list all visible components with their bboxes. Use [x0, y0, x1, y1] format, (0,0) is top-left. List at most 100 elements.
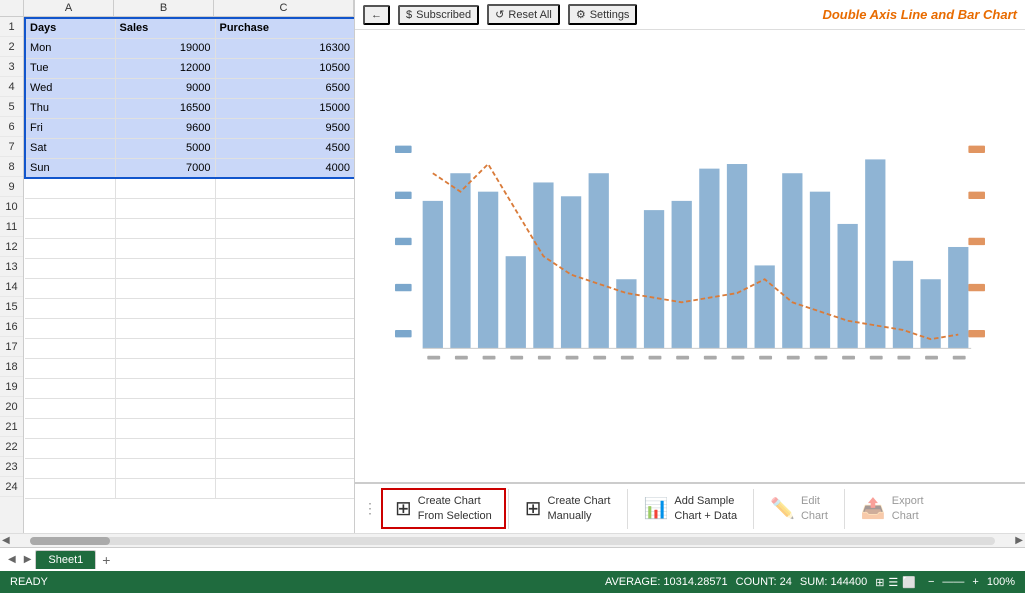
status-zoom-area: ⊞ ☰ ⬜ − —— + 100%: [875, 576, 1015, 589]
row-num-23[interactable]: 23: [0, 457, 23, 477]
row-num-18[interactable]: 18: [0, 357, 23, 377]
row-num-22[interactable]: 22: [0, 437, 23, 457]
table-row: [25, 298, 354, 318]
cell-c5[interactable]: 15000: [215, 98, 354, 118]
corner-cell: [0, 0, 24, 16]
cell-b1[interactable]: Sales: [115, 18, 215, 38]
row-num-2[interactable]: 2: [0, 37, 23, 57]
cell-b7[interactable]: 5000: [115, 138, 215, 158]
cell-c2[interactable]: 16300: [215, 38, 354, 58]
cell-c7[interactable]: 4500: [215, 138, 354, 158]
add-sample-chart-button[interactable]: 📊 Add Sample Chart + Data: [630, 488, 752, 529]
row-num-14[interactable]: 14: [0, 277, 23, 297]
row-num-11[interactable]: 11: [0, 217, 23, 237]
reset-button[interactable]: ↺ Reset All: [487, 4, 560, 25]
app-container: A B C 1 2 3 4 5 6 7 8 9 10 11 1: [0, 0, 1025, 593]
row-num-21[interactable]: 21: [0, 417, 23, 437]
cell-b8[interactable]: 7000: [115, 158, 215, 178]
edit-chart-button[interactable]: ✏️ Edit Chart: [756, 488, 842, 529]
cell-c4[interactable]: 6500: [215, 78, 354, 98]
btn3-line1: Add Sample: [674, 494, 734, 508]
cell-b4[interactable]: 9000: [115, 78, 215, 98]
row-num-8[interactable]: 8: [0, 157, 23, 177]
average-status: AVERAGE: 10314.28571: [605, 576, 728, 588]
col-headers: A B C: [0, 0, 354, 17]
tab-scroll-left[interactable]: ◀: [4, 554, 20, 565]
reset-label: Reset All: [508, 9, 551, 21]
row-num-13[interactable]: 13: [0, 257, 23, 277]
row-num-24[interactable]: 24: [0, 477, 23, 497]
col-header-c[interactable]: C: [214, 0, 354, 16]
export-chart-button[interactable]: 📤 Export Chart: [847, 488, 938, 529]
zoom-slider[interactable]: ——: [942, 576, 964, 588]
data-table: Days Sales Purchase Mon 19000 16300 Tue …: [24, 17, 354, 499]
row-num-12[interactable]: 12: [0, 237, 23, 257]
cell-a1[interactable]: Days: [25, 18, 115, 38]
row-num-15[interactable]: 15: [0, 297, 23, 317]
add-sample-icon: 📊: [644, 496, 669, 521]
row-num-6[interactable]: 6: [0, 117, 23, 137]
create-chart-from-selection-button[interactable]: ⊞ Create Chart From Selection: [381, 488, 506, 529]
row-num-16[interactable]: 16: [0, 317, 23, 337]
cell-a4[interactable]: Wed: [25, 78, 115, 98]
sum-status: SUM: 144400: [800, 576, 867, 588]
row-num-10[interactable]: 10: [0, 197, 23, 217]
cell-c3[interactable]: 10500: [215, 58, 354, 78]
back-icon: ←: [371, 9, 382, 21]
btn1-line1: Create Chart: [418, 494, 481, 508]
cell-b6[interactable]: 9600: [115, 118, 215, 138]
table-row: [25, 258, 354, 278]
status-bar: READY AVERAGE: 10314.28571 COUNT: 24 SUM…: [0, 571, 1025, 593]
back-button[interactable]: ←: [363, 5, 390, 25]
btn2-line2: Manually: [548, 509, 592, 523]
row-num-4[interactable]: 4: [0, 77, 23, 97]
row-num-19[interactable]: 19: [0, 377, 23, 397]
cell-a8[interactable]: Sun: [25, 158, 115, 178]
sheet1-tab[interactable]: Sheet1: [35, 550, 96, 569]
row-num-5[interactable]: 5: [0, 97, 23, 117]
create-chart-manually-button[interactable]: ⊞ Create Chart Manually: [511, 488, 625, 529]
zoom-in-icon[interactable]: +: [972, 576, 978, 588]
tab-scroll-right[interactable]: ▶: [20, 554, 36, 565]
cell-c8[interactable]: 4000: [215, 158, 354, 178]
spreadsheet-body: 1 2 3 4 5 6 7 8 9 10 11 12 13 14 15 16 1: [0, 17, 354, 533]
row-num-1[interactable]: 1: [0, 17, 23, 37]
settings-button[interactable]: ⚙ Settings: [568, 4, 638, 25]
cell-a3[interactable]: Tue: [25, 58, 115, 78]
list-view-icon[interactable]: ☰: [888, 576, 898, 589]
page-view-icon[interactable]: ⬜: [902, 576, 916, 589]
cell-c6[interactable]: 9500: [215, 118, 354, 138]
row-num-9[interactable]: 9: [0, 177, 23, 197]
subscribed-button[interactable]: $ Subscribed: [398, 5, 479, 25]
count-status: COUNT: 24: [736, 576, 792, 588]
cell-a7[interactable]: Sat: [25, 138, 115, 158]
col-header-a[interactable]: A: [24, 0, 114, 16]
cell-a2[interactable]: Mon: [25, 38, 115, 58]
row-num-20[interactable]: 20: [0, 397, 23, 417]
grid-view-icon[interactable]: ⊞: [875, 576, 884, 589]
row-num-3[interactable]: 3: [0, 57, 23, 77]
add-sheet-button[interactable]: +: [96, 552, 116, 568]
tab-bar: ◀ ▶ Sheet1 +: [0, 547, 1025, 571]
drag-handle-icon[interactable]: ⋮: [359, 500, 381, 517]
cell-b3[interactable]: 12000: [115, 58, 215, 78]
row-num-17[interactable]: 17: [0, 337, 23, 357]
zoom-out-icon[interactable]: −: [928, 576, 934, 588]
row-num-7[interactable]: 7: [0, 137, 23, 157]
scroll-track[interactable]: [30, 537, 996, 545]
separator-3: [753, 489, 754, 529]
scroll-right-arrow[interactable]: ▶: [1015, 535, 1023, 546]
col-header-b[interactable]: B: [114, 0, 214, 16]
scroll-thumb[interactable]: [30, 537, 110, 545]
table-row: Sat 5000 4500: [25, 138, 354, 158]
scroll-left-arrow[interactable]: ◀: [2, 535, 10, 546]
table-row: [25, 358, 354, 378]
settings-icon: ⚙: [576, 8, 586, 21]
horizontal-scrollbar[interactable]: ◀ ▶: [0, 533, 1025, 547]
cell-b2[interactable]: 19000: [115, 38, 215, 58]
cell-b5[interactable]: 16500: [115, 98, 215, 118]
cell-c1[interactable]: Purchase: [215, 18, 354, 38]
cell-a5[interactable]: Thu: [25, 98, 115, 118]
separator-1: [508, 489, 509, 529]
cell-a6[interactable]: Fri: [25, 118, 115, 138]
